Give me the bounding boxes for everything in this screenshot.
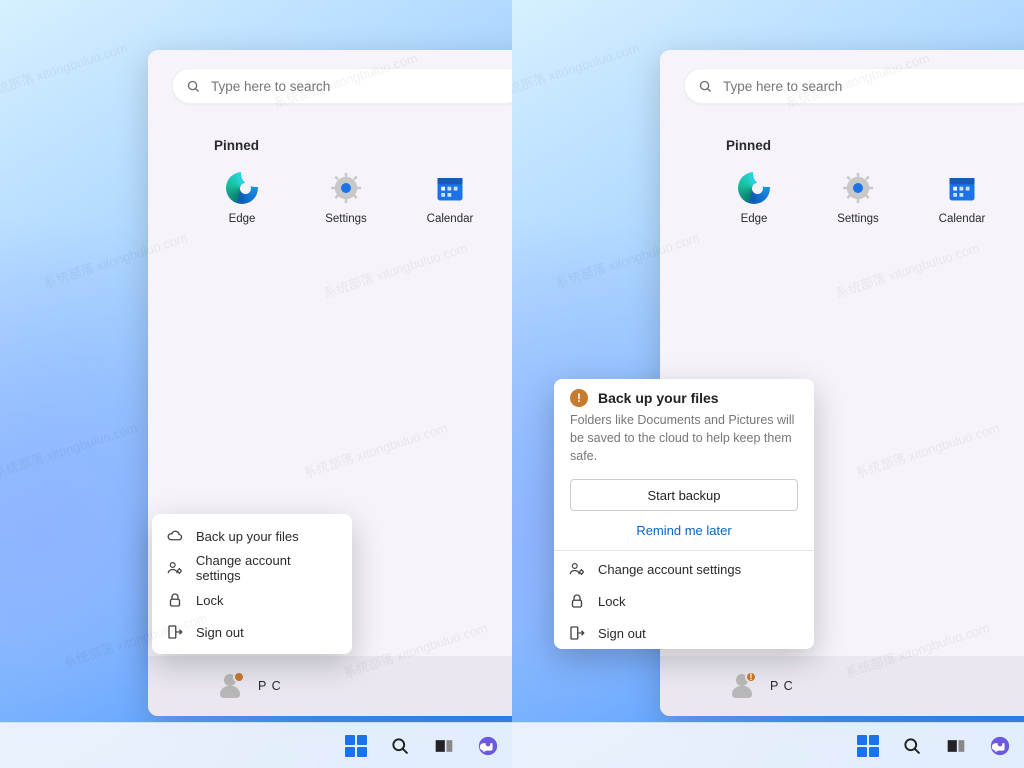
menu-item-account-settings[interactable]: Change account settings [152,552,352,584]
menu-item-label: Sign out [598,626,646,641]
calendar-icon [435,173,465,203]
taskbar-chat[interactable] [984,730,1016,762]
remind-later-link[interactable]: Remind me later [554,519,814,548]
signout-icon [166,623,184,641]
windows-logo-icon [857,735,879,757]
search-input[interactable] [723,79,1022,94]
windows-logo-icon [345,735,367,757]
card-title: Back up your files [598,390,719,406]
menu-item-signout[interactable]: Sign out [554,617,814,649]
chat-icon [989,735,1011,757]
taskbar-taskview[interactable] [940,730,972,762]
pinned-heading: Pinned [726,138,1024,153]
edge-icon [226,172,258,204]
pinned-app-settings[interactable]: Settings [830,171,886,225]
menu-item-signout[interactable]: Sign out [152,616,352,648]
user-name: P C [258,679,282,693]
menu-item-account-settings[interactable]: Change account settings [554,553,814,585]
menu-item-backup[interactable]: Back up your files [152,520,352,552]
pinned-app-edge[interactable]: Edge [726,171,782,225]
taskbar-search[interactable] [384,730,416,762]
menu-item-label: Lock [196,593,223,608]
notification-dot-icon [233,671,245,683]
calendar-icon [947,173,977,203]
card-description: Folders like Documents and Pictures will… [554,409,814,475]
taskview-icon [434,736,454,756]
taskbar [512,722,1024,768]
user-name: P C [770,679,794,693]
taskbar-start[interactable] [852,730,884,762]
menu-item-label: Change account settings [196,553,338,583]
menu-item-label: Change account settings [598,562,741,577]
search-box[interactable] [172,68,512,104]
pinned-app-label: Settings [837,213,879,225]
user-avatar[interactable]: ! [728,672,756,700]
pinned-app-edge[interactable]: Edge [214,171,270,225]
pinned-app-label: Edge [741,213,768,225]
pinned-heading: Pinned [214,138,512,153]
pinned-app-settings[interactable]: Settings [318,171,374,225]
link-label: Remind me later [636,523,731,538]
taskbar-start[interactable] [340,730,372,762]
taskbar-search[interactable] [896,730,928,762]
taskbar-chat[interactable] [472,730,504,762]
start-backup-button[interactable]: Start backup [570,479,798,511]
taskbar [0,722,512,768]
user-bar: ! P C [660,656,1024,716]
menu-item-lock[interactable]: Lock [152,584,352,616]
lock-icon [568,592,586,610]
menu-item-label: Lock [598,594,625,609]
pinned-app-calendar[interactable]: Calendar [422,171,478,225]
user-gear-icon [166,559,184,577]
pinned-app-label: Calendar [939,213,986,225]
user-context-menu: Back up your files Change account settin… [152,514,352,654]
menu-item-lock[interactable]: Lock [554,585,814,617]
menu-item-label: Back up your files [196,529,299,544]
cloud-icon [166,527,184,545]
user-bar: P C [148,656,512,716]
pinned-app-calendar[interactable]: Calendar [934,171,990,225]
divider [554,550,814,551]
warning-badge-icon: ! [745,671,757,683]
edge-icon [738,172,770,204]
chat-icon [477,735,499,757]
search-icon [698,79,713,94]
backup-card-menu: ! Back up your files Folders like Docume… [554,379,814,649]
lock-icon [166,591,184,609]
signout-icon [568,624,586,642]
search-box[interactable] [684,68,1024,104]
taskview-icon [946,736,966,756]
pinned-app-label: Edge [229,213,256,225]
search-icon [390,736,410,756]
gear-icon [331,173,361,203]
warning-icon: ! [570,389,588,407]
taskbar-taskview[interactable] [428,730,460,762]
user-gear-icon [568,560,586,578]
search-input[interactable] [211,79,510,94]
pinned-app-label: Calendar [427,213,474,225]
search-icon [186,79,201,94]
menu-item-label: Sign out [196,625,244,640]
button-label: Start backup [648,488,721,503]
pinned-app-label: Settings [325,213,367,225]
user-avatar[interactable] [216,672,244,700]
gear-icon [843,173,873,203]
search-icon [902,736,922,756]
